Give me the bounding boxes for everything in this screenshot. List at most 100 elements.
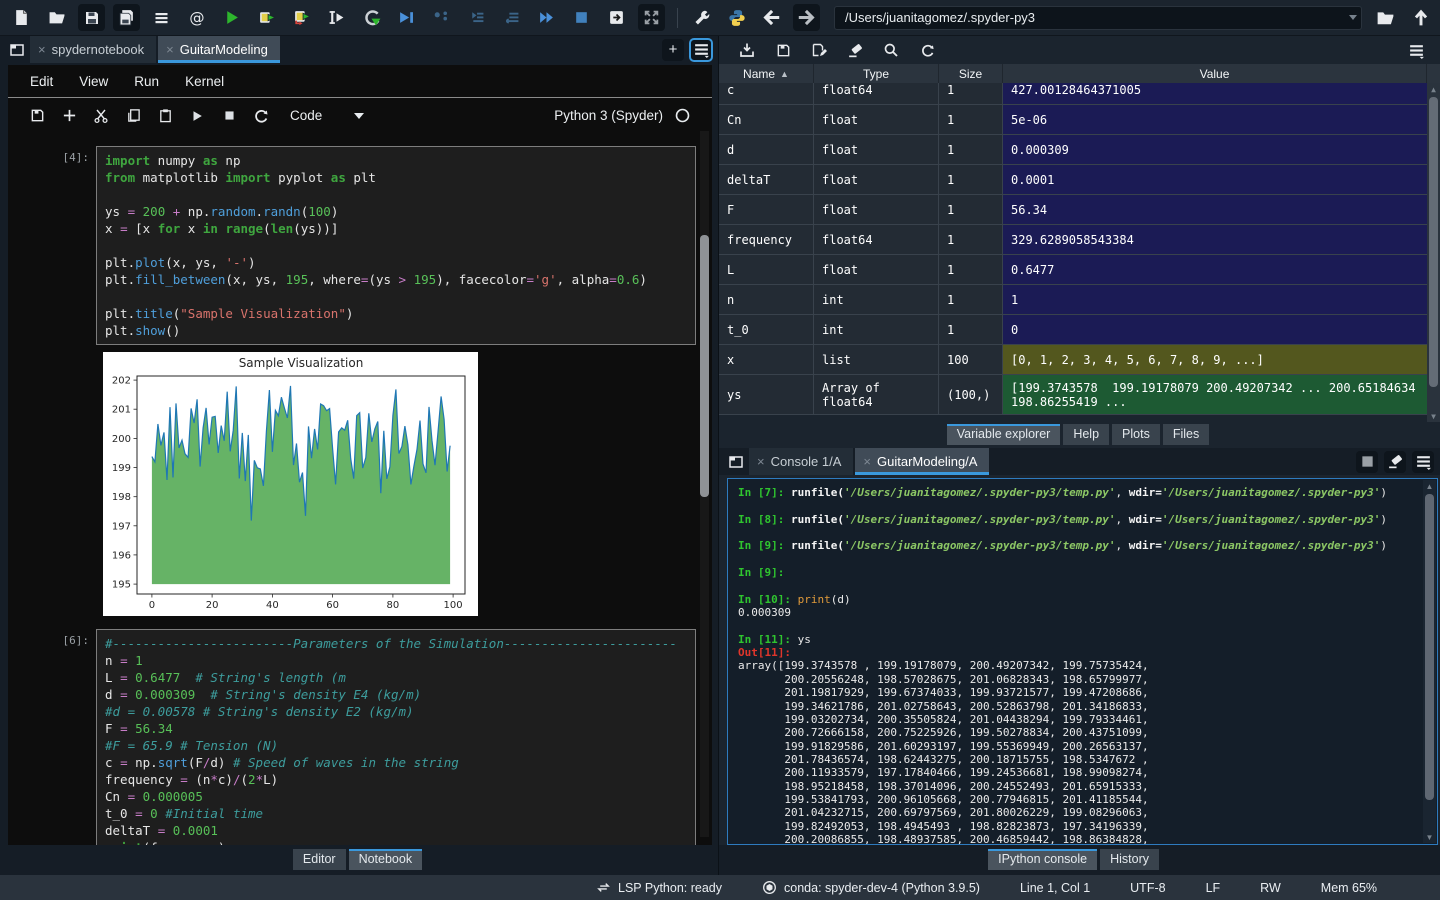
nb-copy-button[interactable] <box>120 103 146 129</box>
tab-guitarmodeling-a[interactable]: ×GuitarModeling/A <box>855 448 989 475</box>
run-to-line-button[interactable] <box>393 4 420 31</box>
parent-directory-button[interactable] <box>1407 4 1434 31</box>
nb-save-button[interactable] <box>24 103 50 129</box>
ipython-console[interactable]: In [7]: runfile('/Users/juanitagomez/.sp… <box>727 478 1438 845</box>
scroll-down-icon[interactable]: ▼ <box>1423 831 1436 843</box>
variable-options-button[interactable] <box>1404 38 1428 62</box>
table-row[interactable]: deltaTfloat10.0001 <box>719 165 1427 195</box>
scroll-down-icon[interactable]: ▼ <box>1427 410 1440 422</box>
cell-type-dropdown[interactable]: Code <box>290 108 364 123</box>
file-switcher-button[interactable] <box>148 4 175 31</box>
new-file-button[interactable] <box>8 4 35 31</box>
scroll-up-icon[interactable]: ▲ <box>1427 83 1440 95</box>
open-file-button[interactable] <box>43 4 70 31</box>
scrollbar-handle[interactable] <box>1429 97 1438 387</box>
save-data-button[interactable] <box>771 38 795 62</box>
fullscreen-button[interactable] <box>638 4 665 31</box>
table-row[interactable]: frequencyfloat641329.6289058543384 <box>719 225 1427 255</box>
close-icon[interactable]: × <box>757 455 765 468</box>
nb-paste-button[interactable] <box>152 103 178 129</box>
pane-tab-help[interactable]: Help <box>1063 424 1109 445</box>
run-button[interactable] <box>218 4 245 31</box>
notebook-options-button[interactable] <box>690 39 712 61</box>
new-tab-button[interactable]: + <box>662 39 684 61</box>
column-header-size[interactable]: Size <box>939 64 1003 83</box>
column-header-type[interactable]: Type <box>814 64 939 83</box>
rerun-cell-button[interactable] <box>358 4 385 31</box>
working-directory-input[interactable] <box>834 6 1362 30</box>
menu-view[interactable]: View <box>79 74 108 89</box>
table-row[interactable]: Lfloat10.6477 <box>719 255 1427 285</box>
table-row[interactable]: Cnfloat15e-06 <box>719 105 1427 135</box>
table-row[interactable]: t_0int10 <box>719 315 1427 345</box>
remove-all-output-button[interactable] <box>1384 451 1406 473</box>
column-header-name[interactable]: Name▲ <box>719 64 814 83</box>
tab-console-1-a[interactable]: ×Console 1/A <box>749 448 853 475</box>
menu-edit[interactable]: Edit <box>30 74 53 89</box>
close-icon[interactable]: × <box>166 43 174 56</box>
back-button[interactable] <box>758 4 785 31</box>
stop-debug-button[interactable] <box>568 4 595 31</box>
scroll-up-icon[interactable]: ▲ <box>1423 480 1436 492</box>
console-scrollbar-handle[interactable] <box>1425 494 1434 800</box>
interrupt-kernel-button[interactable] <box>1356 451 1378 473</box>
table-row[interactable]: xlist100[0, 1, 2, 3, 4, 5, 6, 7, 8, 9, .… <box>719 345 1427 375</box>
nb-restart-button[interactable] <box>248 103 274 129</box>
table-row[interactable]: ysArray of float64(100,)[199.3743578 199… <box>719 375 1427 415</box>
browse-tabs-button[interactable] <box>4 36 30 63</box>
open-directory-button[interactable] <box>1372 4 1399 31</box>
pane-tab-variable-explorer[interactable]: Variable explorer <box>947 424 1061 445</box>
menu-run[interactable]: Run <box>134 74 159 89</box>
new-window-button[interactable] <box>603 4 630 31</box>
run-cell-advance-button[interactable] <box>288 4 315 31</box>
chevron-down-icon[interactable] <box>1349 15 1357 20</box>
refresh-variables-button[interactable] <box>915 38 939 62</box>
notebook-scrollbar-handle[interactable] <box>700 235 709 497</box>
console-options-button[interactable] <box>1412 451 1434 473</box>
save-data-as-button[interactable] <box>807 38 831 62</box>
pane-tab-ipython-console[interactable]: IPython console <box>988 849 1097 870</box>
table-row[interactable]: cfloat641427.00128464371005 <box>719 83 1427 105</box>
table-row[interactable]: Ffloat156.34 <box>719 195 1427 225</box>
console-scrollbar[interactable]: ▲ ▼ <box>1423 480 1436 843</box>
python-path-manager-button[interactable] <box>723 4 750 31</box>
variable-table-scrollbar[interactable]: ▲ ▼ <box>1427 83 1440 422</box>
code-cell[interactable]: [4]:import numpy as npfrom matplotlib im… <box>8 146 712 345</box>
menu-kernel[interactable]: Kernel <box>185 74 224 89</box>
import-data-button[interactable] <box>735 38 759 62</box>
table-row[interactable]: dfloat10.000309 <box>719 135 1427 165</box>
nb-add-button[interactable] <box>56 103 82 129</box>
table-row[interactable]: nint11 <box>719 285 1427 315</box>
close-icon[interactable]: × <box>38 43 46 56</box>
forward-button[interactable] <box>793 4 820 31</box>
pane-tab-editor[interactable]: Editor <box>293 849 346 870</box>
find-symbols-button[interactable]: @ <box>183 4 210 31</box>
browse-tabs-button[interactable] <box>723 448 749 475</box>
continue-execution-button[interactable] <box>533 4 560 31</box>
run-selection-button[interactable] <box>323 4 350 31</box>
cell-editor[interactable]: import numpy as npfrom matplotlib import… <box>96 146 696 345</box>
save-all-button[interactable] <box>113 4 140 31</box>
preferences-button[interactable] <box>688 4 715 31</box>
run-cell-button[interactable] <box>253 4 280 31</box>
notebook-scrollbar[interactable] <box>700 131 709 837</box>
column-header-value[interactable]: Value <box>1003 64 1427 83</box>
pane-tab-history[interactable]: History <box>1100 849 1159 870</box>
pane-tab-notebook[interactable]: Notebook <box>349 849 423 870</box>
remove-variables-button[interactable] <box>843 38 867 62</box>
pane-tab-files[interactable]: Files <box>1163 424 1209 445</box>
nb-run-button[interactable] <box>184 103 210 129</box>
save-button[interactable] <box>78 4 105 31</box>
nb-stop-button[interactable] <box>216 103 242 129</box>
step-over-button[interactable] <box>428 4 455 31</box>
pane-tab-plots[interactable]: Plots <box>1112 424 1160 445</box>
nb-cut-button[interactable] <box>88 103 114 129</box>
tab-spydernotebook[interactable]: ×spydernotebook <box>30 36 156 63</box>
search-variables-button[interactable] <box>879 38 903 62</box>
step-into-button[interactable] <box>463 4 490 31</box>
cell-editor[interactable]: #------------------------Parameters of t… <box>96 629 696 845</box>
code-cell[interactable]: [6]:#------------------------Parameters … <box>8 629 712 845</box>
step-return-button[interactable] <box>498 4 525 31</box>
close-icon[interactable]: × <box>863 455 871 468</box>
tab-guitarmodeling[interactable]: ×GuitarModeling <box>158 36 280 63</box>
